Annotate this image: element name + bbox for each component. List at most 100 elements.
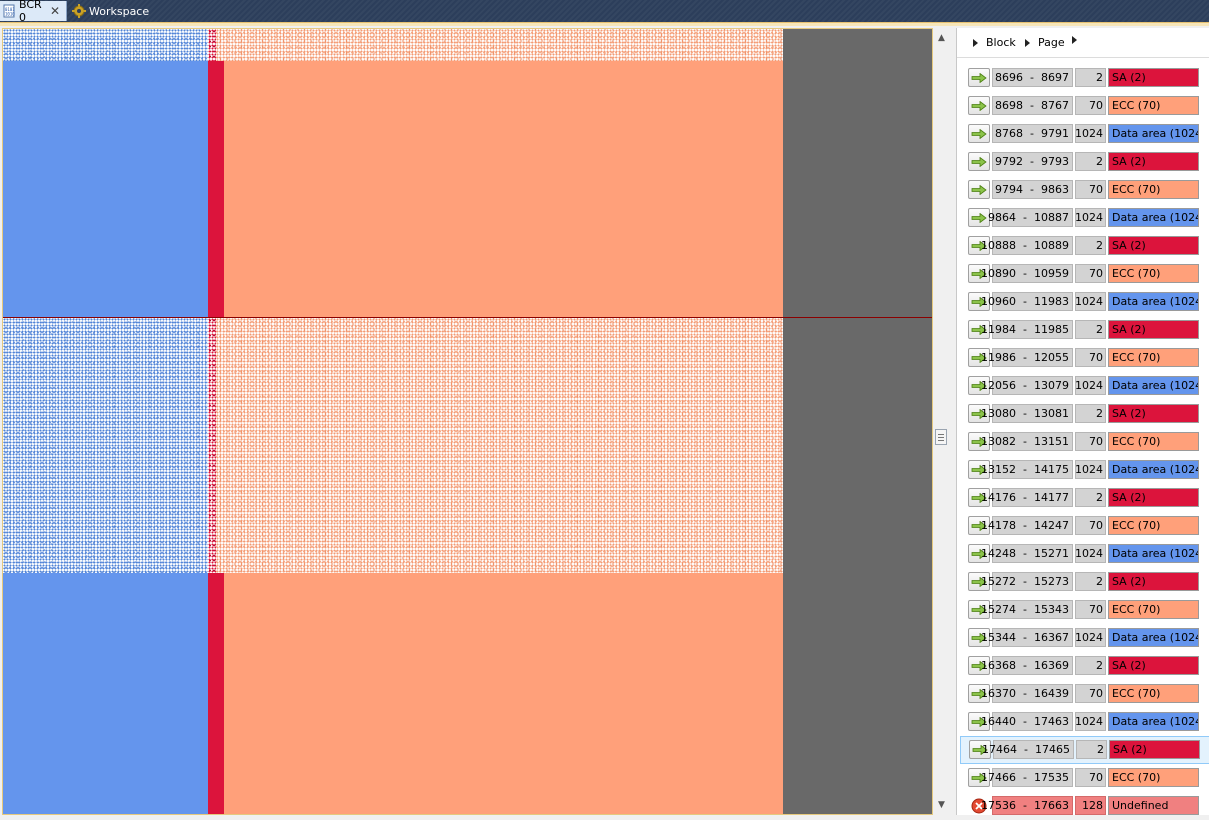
- region-type-label: Data area (1024): [1108, 460, 1199, 479]
- region-type-label: SA (2): [1108, 572, 1199, 591]
- region-size: 70: [1075, 180, 1106, 199]
- breadcrumb-block[interactable]: Block: [973, 36, 1016, 49]
- region-row[interactable]: 10960 - 11983 1024 Data area (1024): [957, 288, 1209, 316]
- region-range: 15274 - 15343: [981, 600, 1073, 619]
- scroll-thumb[interactable]: [935, 429, 947, 445]
- region-range: 10888 - 10889: [981, 236, 1073, 255]
- region-row[interactable]: 12056 - 13079 1024 Data area (1024): [957, 372, 1209, 400]
- region-row[interactable]: 14176 - 14177 2 SA (2): [957, 484, 1209, 512]
- sa-block: [208, 318, 216, 573]
- region-row[interactable]: 17466 - 17535 70 ECC (70): [957, 764, 1209, 792]
- region-type-label: Data area (1024): [1108, 376, 1199, 395]
- region-size: 2: [1076, 740, 1107, 759]
- go-to-arrow-icon[interactable]: [968, 124, 990, 143]
- region-range: 14248 - 15271: [981, 544, 1073, 563]
- go-to-arrow-icon[interactable]: [968, 96, 990, 115]
- region-type-label: Data area (1024): [1108, 208, 1199, 227]
- vertical-scrollbar[interactable]: ▲ ▼: [933, 28, 950, 815]
- page-layout-visualization[interactable]: [2, 28, 933, 815]
- region-range: 16368 - 16369: [981, 656, 1073, 675]
- region-type-label: SA (2): [1108, 656, 1199, 675]
- region-size: 1024: [1075, 544, 1106, 563]
- region-type-label: SA (2): [1108, 320, 1199, 339]
- breadcrumb: Block Page: [957, 28, 1209, 58]
- scroll-up-arrow-icon[interactable]: ▲: [933, 30, 950, 46]
- region-row[interactable]: 13082 - 13151 70 ECC (70): [957, 428, 1209, 456]
- region-row[interactable]: 8696 - 8697 2 SA (2): [957, 64, 1209, 92]
- region-row[interactable]: 10888 - 10889 2 SA (2): [957, 232, 1209, 260]
- region-row[interactable]: 16440 - 17463 1024 Data area (1024): [957, 708, 1209, 736]
- region-row[interactable]: 8768 - 9791 1024 Data area (1024): [957, 120, 1209, 148]
- svg-text:1010: 1010: [5, 12, 15, 17]
- region-type-label: ECC (70): [1108, 348, 1199, 367]
- breadcrumb-page[interactable]: Page: [1025, 36, 1065, 49]
- tab-bcr0[interactable]: 0101 1010 BCR 0 ✕: [0, 0, 67, 24]
- region-row[interactable]: 9792 - 9793 2 SA (2): [957, 148, 1209, 176]
- region-row[interactable]: 14248 - 15271 1024 Data area (1024): [957, 540, 1209, 568]
- region-size: 1024: [1075, 208, 1106, 227]
- go-to-arrow-icon[interactable]: [968, 152, 990, 171]
- region-row[interactable]: 14178 - 14247 70 ECC (70): [957, 512, 1209, 540]
- ecc-block: [224, 573, 783, 814]
- unused-block: [783, 573, 932, 814]
- go-to-arrow-icon[interactable]: [968, 208, 990, 227]
- region-range: 14178 - 14247: [981, 516, 1073, 535]
- data-area-block: [3, 61, 208, 317]
- region-row[interactable]: 15274 - 15343 70 ECC (70): [957, 596, 1209, 624]
- ecc-block: [216, 29, 783, 61]
- unused-block: [783, 61, 932, 317]
- triangle-right-icon: [1025, 38, 1030, 47]
- region-range: 16440 - 17463: [981, 712, 1073, 731]
- region-row[interactable]: 15272 - 15273 2 SA (2): [957, 568, 1209, 596]
- region-row[interactable]: 13080 - 13081 2 SA (2): [957, 400, 1209, 428]
- unused-block: [783, 29, 932, 61]
- sa-block: [208, 29, 216, 61]
- region-row[interactable]: 16370 - 16439 70 ECC (70): [957, 680, 1209, 708]
- region-range: 8698 - 8767: [992, 96, 1073, 115]
- region-range: 17464 - 17465: [982, 740, 1074, 759]
- region-row[interactable]: 11984 - 11985 2 SA (2): [957, 316, 1209, 344]
- breadcrumb-label: Block: [986, 36, 1016, 49]
- region-size: 70: [1075, 432, 1106, 451]
- region-row[interactable]: 11986 - 12055 70 ECC (70): [957, 344, 1209, 372]
- region-row[interactable]: 8698 - 8767 70 ECC (70): [957, 92, 1209, 120]
- region-row[interactable]: 13152 - 14175 1024 Data area (1024): [957, 456, 1209, 484]
- region-size: 1024: [1075, 628, 1106, 647]
- region-size: 1024: [1075, 124, 1106, 143]
- close-icon[interactable]: ✕: [50, 4, 60, 18]
- region-size: 2: [1075, 236, 1106, 255]
- region-size: 1024: [1075, 460, 1106, 479]
- region-row[interactable]: 17464 - 17465 2 SA (2): [960, 736, 1209, 764]
- region-size: 2: [1075, 572, 1106, 591]
- layout-band-solid-2: [3, 573, 932, 814]
- region-range: 8768 - 9791: [992, 124, 1073, 143]
- tab-workspace[interactable]: Workspace: [69, 1, 151, 21]
- editor-tab-bar: 0101 1010 BCR 0 ✕ Workspace: [0, 0, 1209, 24]
- region-row[interactable]: 17536 - 17663 128 Undefined: [957, 792, 1209, 820]
- region-range: 17466 - 17535: [981, 768, 1073, 787]
- region-size: 70: [1075, 348, 1106, 367]
- region-size: 2: [1075, 656, 1106, 675]
- region-type-label: ECC (70): [1108, 96, 1199, 115]
- data-area-block: [3, 29, 208, 61]
- region-type-label: Data area (1024): [1108, 292, 1199, 311]
- region-row[interactable]: 9794 - 9863 70 ECC (70): [957, 176, 1209, 204]
- go-to-arrow-icon[interactable]: [968, 180, 990, 199]
- layout-band-solid-1: [3, 61, 932, 317]
- region-row[interactable]: 10890 - 10959 70 ECC (70): [957, 260, 1209, 288]
- region-row[interactable]: 16368 - 16369 2 SA (2): [957, 652, 1209, 680]
- layout-band-data-top: [3, 29, 932, 61]
- go-to-arrow-icon[interactable]: [968, 68, 990, 87]
- region-range: 13082 - 13151: [981, 432, 1073, 451]
- layout-band-data-middle: [3, 318, 932, 573]
- region-range: 12056 - 13079: [981, 376, 1073, 395]
- breadcrumb-next[interactable]: [1072, 36, 1085, 44]
- region-size: 2: [1075, 152, 1106, 171]
- region-row[interactable]: 9864 - 10887 1024 Data area (1024): [957, 204, 1209, 232]
- region-row[interactable]: 15344 - 16367 1024 Data area (1024): [957, 624, 1209, 652]
- scroll-down-arrow-icon[interactable]: ▼: [933, 797, 950, 813]
- region-range: 14176 - 14177: [981, 488, 1073, 507]
- region-size: 2: [1075, 68, 1106, 87]
- region-type-label: Data area (1024): [1108, 544, 1199, 563]
- region-size: 70: [1075, 768, 1106, 787]
